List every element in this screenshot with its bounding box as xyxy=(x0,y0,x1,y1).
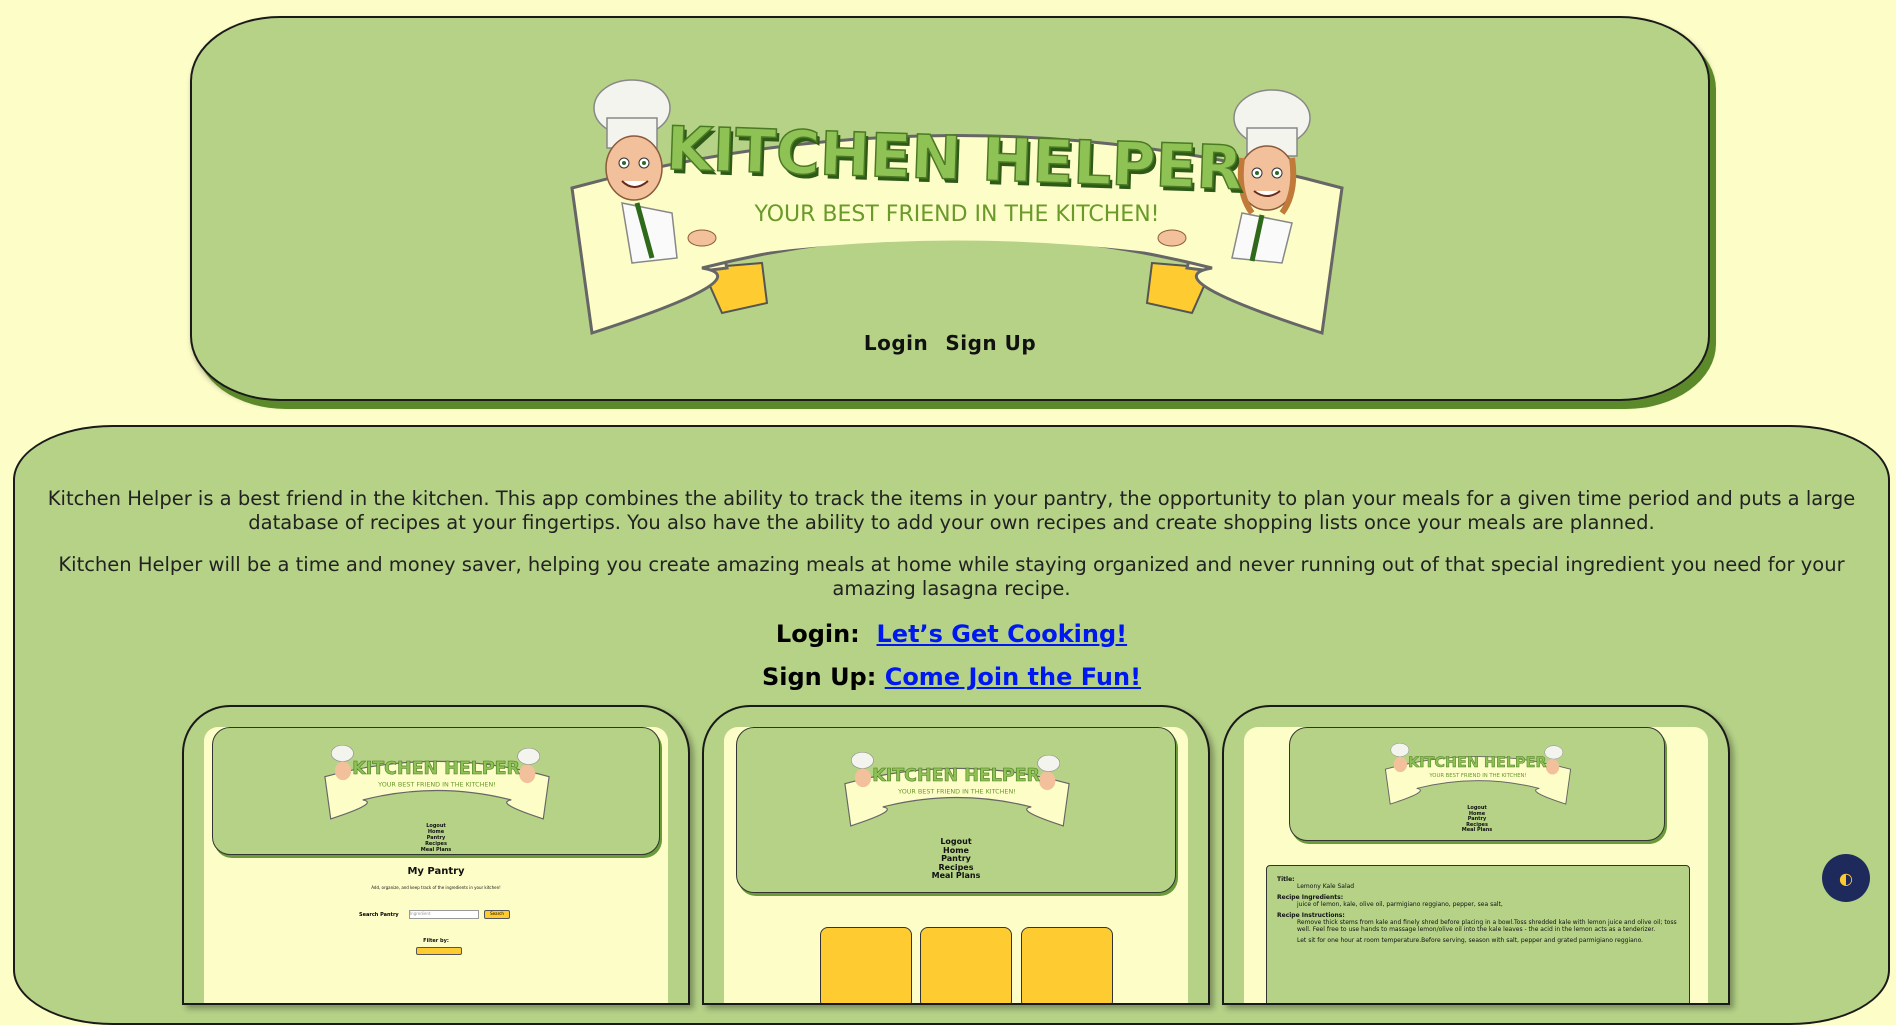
preview-recipe-logo: KITCHEN HELPER YOUR BEST FRIEND IN THE K… xyxy=(1384,742,1572,805)
preview-card-recipe[interactable]: KITCHEN HELPER YOUR BEST FRIEND IN THE K… xyxy=(1222,705,1730,1005)
preview-pantry-subtitle: Add, organize, and keep track of the ing… xyxy=(371,885,501,890)
logo-subtitle: YOUR BEST FRIEND IN THE KITCHEN! xyxy=(753,202,1159,227)
recipe-title-value: Lemony Kale Salad xyxy=(1297,883,1355,890)
preview-home-tile-1 xyxy=(820,927,912,1003)
recipe-instructions-value-2: Let sit for one hour at room temperature… xyxy=(1297,937,1644,944)
svg-text:KITCHEN HELPER: KITCHEN HELPER xyxy=(872,766,1040,786)
preview-card-home[interactable]: KITCHEN HELPER YOUR BEST FRIEND IN THE K… xyxy=(702,705,1210,1005)
preview-pantry-filter-label: Filter by: xyxy=(423,938,449,944)
header-nav: Login Sign Up xyxy=(192,331,1708,355)
signup-cta: Sign Up: Come Join the Fun! xyxy=(15,663,1888,691)
recipe-title-label: Title: xyxy=(1277,876,1295,883)
preview-pantry-logo: KITCHEN HELPER YOUR BEST FRIEND IN THE K… xyxy=(324,744,550,820)
preview-home-header: KITCHEN HELPER YOUR BEST FRIEND IN THE K… xyxy=(736,727,1176,893)
preview-pantry-title: My Pantry xyxy=(407,866,465,877)
preview-recipe-screen: KITCHEN HELPER YOUR BEST FRIEND IN THE K… xyxy=(1244,727,1708,1003)
kitchen-helper-logo[interactable]: KITCHEN HELPER KITCHEN HELPER YOUR BEST … xyxy=(562,63,1352,353)
preview-home-logo: KITCHEN HELPER YOUR BEST FRIEND IN THE K… xyxy=(844,751,1070,827)
nav-signup-link[interactable]: Sign Up xyxy=(945,331,1036,355)
svg-text:YOUR BEST FRIEND IN THE KITCHE: YOUR BEST FRIEND IN THE KITCHEN! xyxy=(377,780,496,788)
svg-text:KITCHEN HELPER: KITCHEN HELPER xyxy=(352,759,520,779)
signup-cta-label: Sign Up: xyxy=(761,663,877,691)
recipe-ingredients-value: juice of lemon, kale, olive oil, parmigi… xyxy=(1297,901,1503,908)
recipe-instructions-value: Remove thick stems from kale and finely … xyxy=(1297,919,1677,933)
preview-pantry-screen: KITCHEN HELPER YOUR BEST FRIEND IN THE K… xyxy=(204,727,668,1003)
preview-card-pantry[interactable]: KITCHEN HELPER YOUR BEST FRIEND IN THE K… xyxy=(182,705,690,1005)
half-moon-icon: ◐ xyxy=(1839,868,1853,888)
logo-banner-graphic: KITCHEN HELPER KITCHEN HELPER YOUR BEST … xyxy=(570,79,1344,335)
recipe-instructions-label: Recipe Instructions: xyxy=(1277,912,1345,919)
preview-home-screen: KITCHEN HELPER YOUR BEST FRIEND IN THE K… xyxy=(724,727,1188,1003)
preview-pantry-filter-select xyxy=(416,947,462,955)
login-cta-label: Login: xyxy=(775,620,860,648)
intro-paragraph-2: Kitchen Helper will be a time and money … xyxy=(58,553,1845,600)
theme-toggle-button[interactable]: ◐ xyxy=(1822,854,1870,902)
intro-section: Kitchen Helper is a best friend in the k… xyxy=(35,487,1868,619)
preview-pantry-search-label: Search Pantry xyxy=(359,912,399,918)
site-header: KITCHEN HELPER KITCHEN HELPER YOUR BEST … xyxy=(190,16,1710,401)
login-cta-link[interactable]: Let’s Get Cooking! xyxy=(877,620,1128,648)
preview-home-tile-2 xyxy=(920,927,1012,1003)
login-cta: Login: Let’s Get Cooking! xyxy=(15,620,1888,648)
svg-text:KITCHEN HELPER: KITCHEN HELPER xyxy=(1408,755,1547,771)
preview-recipe-details: Title: Lemony Kale Salad Recipe Ingredie… xyxy=(1266,865,1690,1003)
signup-cta-link[interactable]: Come Join the Fun! xyxy=(885,663,1141,691)
svg-text:YOUR BEST FRIEND IN THE KITCHE: YOUR BEST FRIEND IN THE KITCHEN! xyxy=(1428,773,1526,779)
intro-paragraph-1: Kitchen Helper is a best friend in the k… xyxy=(47,487,1856,534)
preview-pantry-nav: Logout Home Pantry Recipes Meal Plans xyxy=(420,823,452,853)
svg-text:YOUR BEST FRIEND IN THE KITCHE: YOUR BEST FRIEND IN THE KITCHEN! xyxy=(897,787,1016,795)
preview-pantry-search-button: Search xyxy=(484,910,510,919)
preview-recipe-nav: Logout Home Pantry Recipes Meal Plans xyxy=(1461,805,1493,833)
preview-pantry-header: KITCHEN HELPER YOUR BEST FRIEND IN THE K… xyxy=(212,727,660,855)
nav-login-link[interactable]: Login xyxy=(864,331,928,355)
preview-home-nav: Logout Home Pantry Recipes Meal Plans xyxy=(931,837,981,880)
preview-pantry-search-input: Ingredient xyxy=(409,910,479,919)
preview-recipe-header: KITCHEN HELPER YOUR BEST FRIEND IN THE K… xyxy=(1289,727,1665,841)
recipe-ingredients-label: Recipe Ingredients: xyxy=(1277,894,1344,901)
preview-home-tile-3 xyxy=(1021,927,1113,1003)
